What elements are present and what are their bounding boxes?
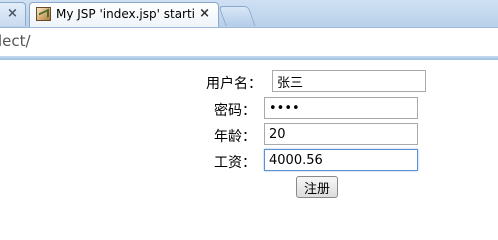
password-label: 密码：: [214, 103, 256, 119]
age-row: 年龄：: [0, 123, 498, 145]
username-input[interactable]: [272, 70, 426, 92]
password-input[interactable]: [264, 97, 418, 119]
register-button[interactable]: 注册: [296, 176, 338, 198]
username-label: 用户名：: [206, 76, 262, 92]
tab-index-jsp[interactable]: My JSP 'index.jsp' starti ×: [29, 2, 219, 27]
salary-row: 工资：: [0, 149, 498, 171]
tab-previous[interactable]: ×: [0, 2, 26, 26]
address-text: lect/: [0, 32, 31, 50]
password-row: 密码：: [0, 97, 498, 119]
age-label: 年龄：: [214, 129, 256, 145]
salary-label: 工资：: [214, 155, 256, 171]
salary-input[interactable]: [264, 149, 418, 171]
new-tab-button[interactable]: [218, 6, 256, 26]
toolbar-divider: [0, 56, 498, 60]
address-bar[interactable]: lect/: [0, 28, 498, 56]
tab-title: My JSP 'index.jsp' starti: [56, 7, 196, 21]
age-input[interactable]: [264, 123, 418, 145]
tab-bar: × My JSP 'index.jsp' starti ×: [0, 0, 498, 28]
close-icon[interactable]: ×: [7, 7, 18, 21]
favicon-icon: [36, 7, 51, 21]
close-icon[interactable]: ×: [199, 7, 210, 21]
username-row: 用户名：: [0, 70, 498, 92]
